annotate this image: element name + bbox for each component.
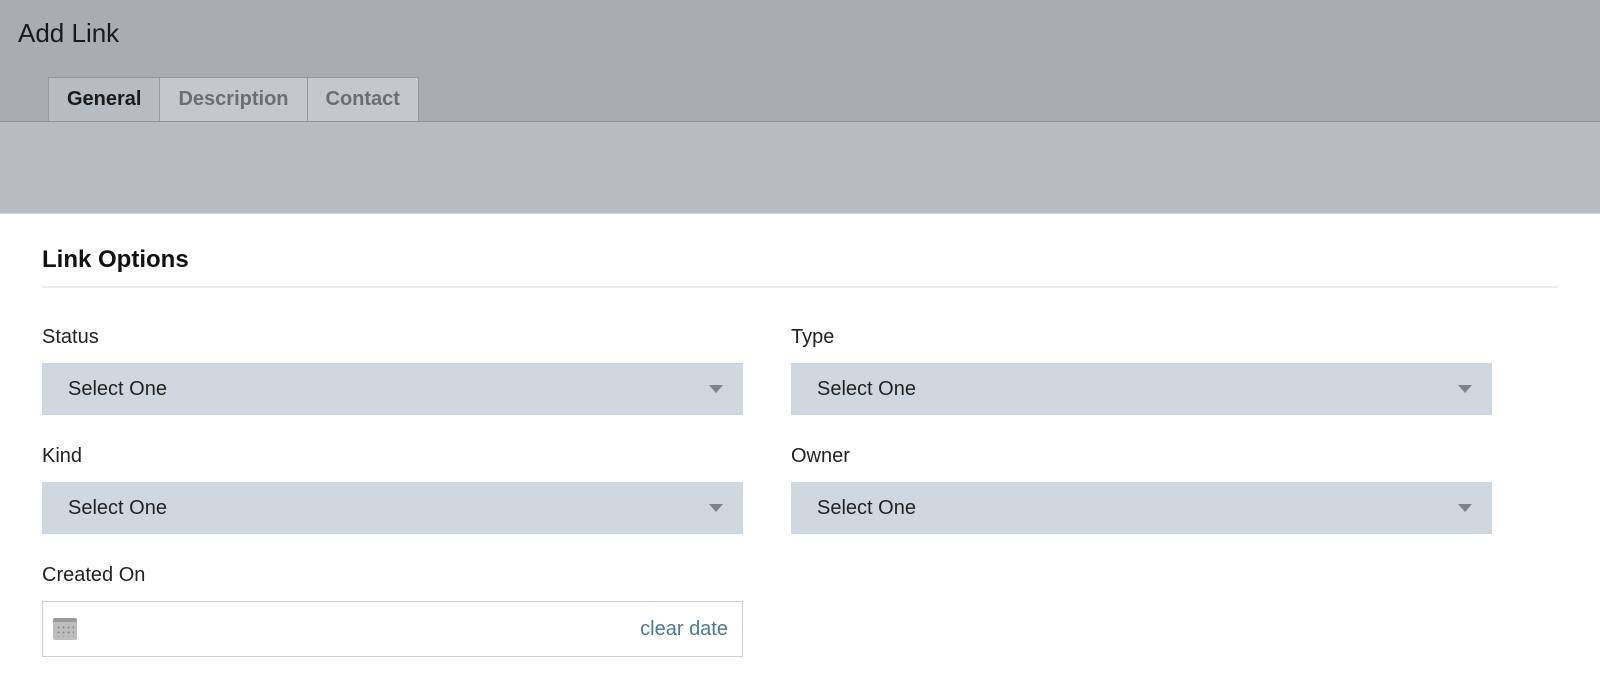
- tab-general[interactable]: General: [48, 77, 160, 121]
- chevron-down-icon: [709, 385, 723, 393]
- chevron-down-icon: [1458, 504, 1472, 512]
- owner-select-value: Select One: [817, 497, 916, 520]
- page-title: Add Link: [18, 18, 1600, 49]
- status-select-value: Select One: [68, 378, 167, 401]
- field-status: Status Select One: [42, 326, 743, 415]
- owner-select[interactable]: Select One: [791, 482, 1492, 534]
- chevron-down-icon: [1458, 385, 1472, 393]
- kind-select-value: Select One: [68, 497, 167, 520]
- calendar-icon: [53, 618, 77, 640]
- field-owner: Owner Select One: [791, 445, 1492, 534]
- form-grid: Status Select One Type Select One Kind S…: [42, 326, 1492, 657]
- header-region: Add Link General Description Contact: [0, 0, 1600, 122]
- section-title-link-options: Link Options: [42, 246, 1558, 274]
- kind-select[interactable]: Select One: [42, 482, 743, 534]
- sub-header-region: [0, 122, 1600, 214]
- type-select[interactable]: Select One: [791, 363, 1492, 415]
- owner-label: Owner: [791, 445, 1492, 468]
- field-created-on: Created On clear date: [42, 564, 743, 657]
- created-on-date-input[interactable]: clear date: [42, 601, 743, 657]
- clear-date-link[interactable]: clear date: [640, 618, 728, 641]
- created-on-label: Created On: [42, 564, 743, 587]
- section-divider: [42, 286, 1558, 288]
- tab-contact[interactable]: Contact: [308, 77, 419, 121]
- tab-description[interactable]: Description: [160, 77, 307, 121]
- status-label: Status: [42, 326, 743, 349]
- field-type: Type Select One: [791, 326, 1492, 415]
- tab-bar: General Description Contact: [48, 77, 1600, 121]
- type-label: Type: [791, 326, 1492, 349]
- kind-label: Kind: [42, 445, 743, 468]
- content-region: Link Options Status Select One Type Sele…: [0, 214, 1600, 697]
- status-select[interactable]: Select One: [42, 363, 743, 415]
- type-select-value: Select One: [817, 378, 916, 401]
- chevron-down-icon: [709, 504, 723, 512]
- field-kind: Kind Select One: [42, 445, 743, 534]
